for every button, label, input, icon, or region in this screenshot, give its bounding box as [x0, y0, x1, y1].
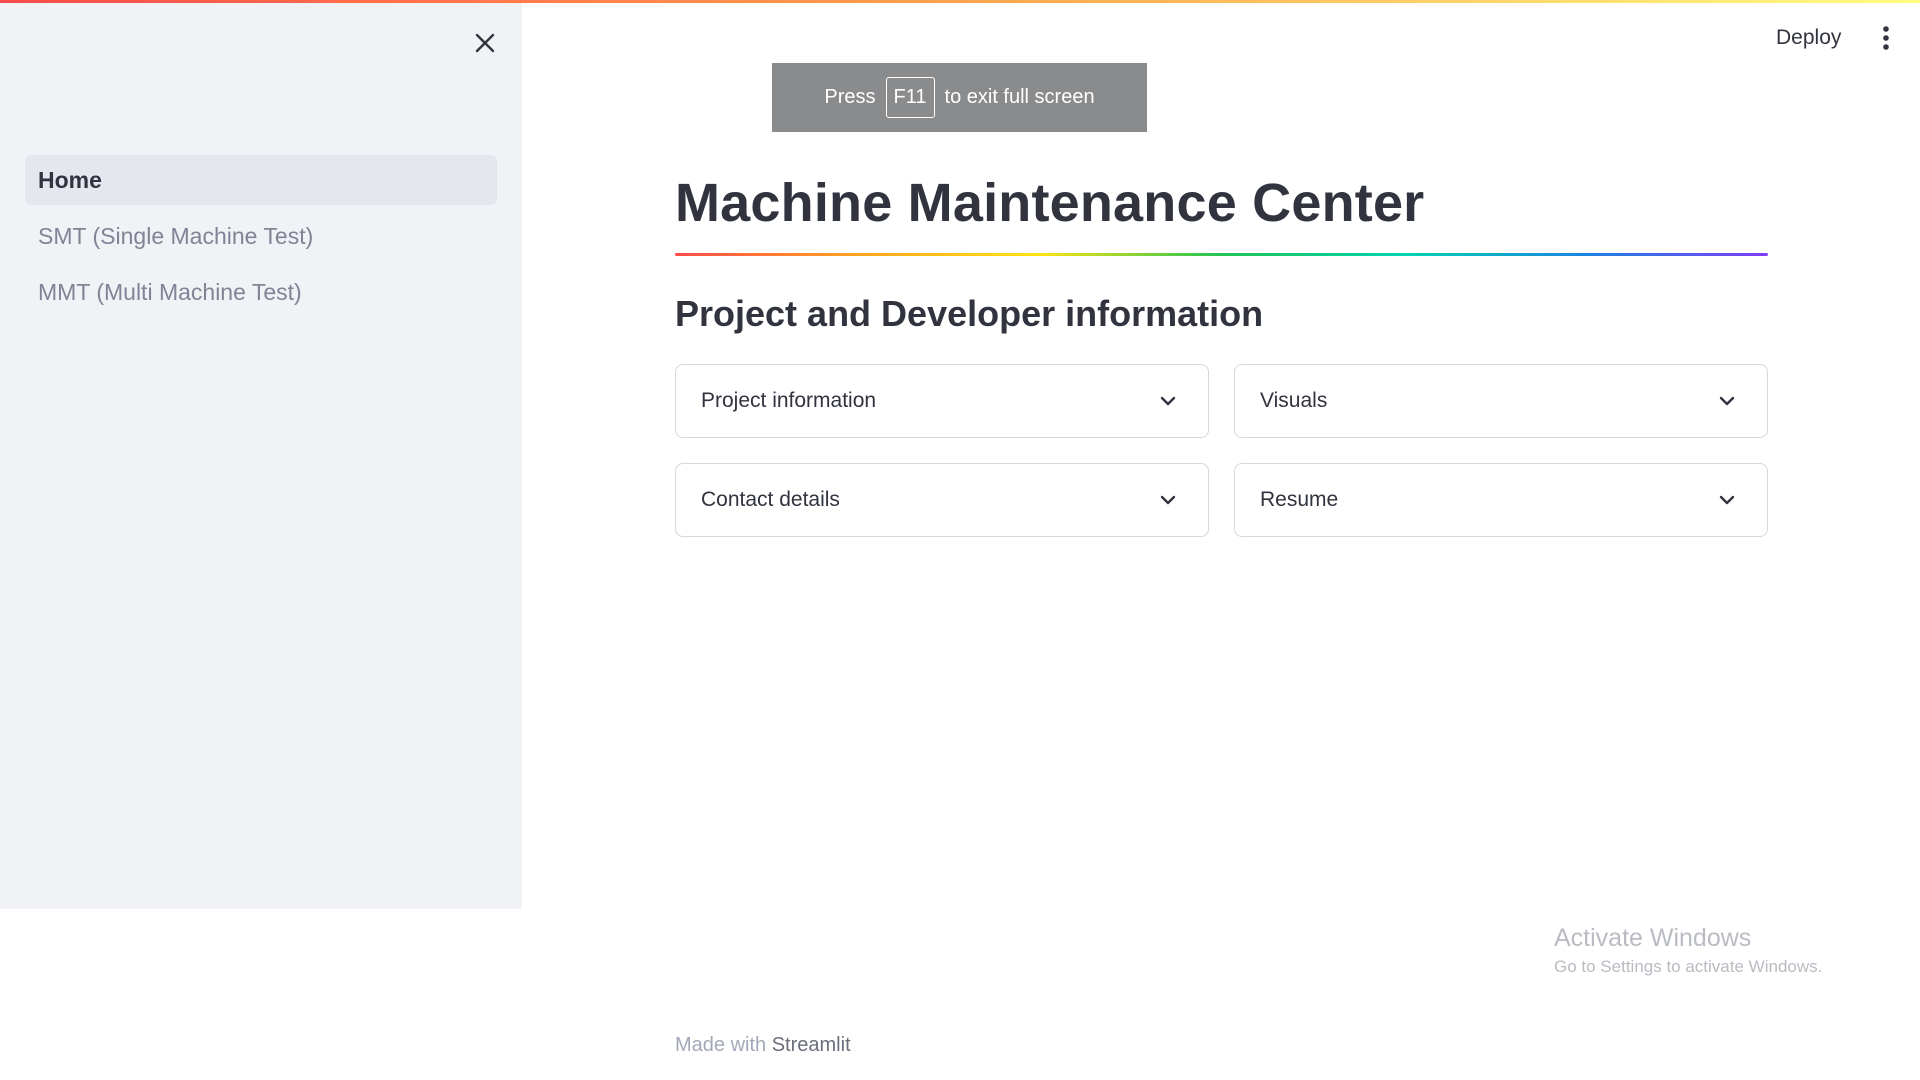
- expander-project-information[interactable]: Project information: [675, 364, 1209, 438]
- fullscreen-exit-notice: Press F11 to exit full screen: [772, 63, 1147, 132]
- watermark-subtitle: Go to Settings to activate Windows.: [1554, 957, 1823, 976]
- page-title: Machine Maintenance Center: [675, 173, 1425, 233]
- streamlit-link[interactable]: Streamlit: [772, 1034, 851, 1056]
- main-menu-button[interactable]: [1872, 22, 1900, 54]
- sidebar-item-label: MMT (Multi Machine Test): [38, 278, 302, 305]
- expander-resume[interactable]: Resume: [1234, 463, 1768, 537]
- sidebar-item-smt[interactable]: SMT (Single Machine Test): [25, 211, 497, 261]
- sidebar-nav: Home SMT (Single Machine Test) MMT (Mult…: [25, 155, 497, 323]
- toast-press-text: Press: [824, 86, 876, 108]
- close-icon: [475, 33, 495, 53]
- sidebar-item-label: Home: [38, 166, 102, 193]
- more-vertical-icon: [1883, 26, 1889, 50]
- watermark-title: Activate Windows: [1554, 924, 1752, 952]
- sidebar-item-home[interactable]: Home: [25, 155, 497, 205]
- chevron-down-icon: [1160, 495, 1176, 505]
- section-heading: Project and Developer information: [675, 293, 1264, 334]
- expander-label: Resume: [1260, 488, 1339, 511]
- expander-label: Contact details: [701, 488, 840, 511]
- toast-rest-text: to exit full screen: [944, 86, 1095, 108]
- expander-visuals[interactable]: Visuals: [1234, 364, 1768, 438]
- chevron-down-icon: [1160, 396, 1176, 406]
- deploy-button[interactable]: Deploy: [1768, 22, 1849, 54]
- sidebar-item-mmt[interactable]: MMT (Multi Machine Test): [25, 267, 497, 317]
- title-divider: [675, 253, 1768, 256]
- sidebar: Home SMT (Single Machine Test) MMT (Mult…: [0, 0, 522, 909]
- expander-label: Project information: [701, 389, 877, 412]
- expander-contact-details[interactable]: Contact details: [675, 463, 1209, 537]
- chevron-down-icon: [1719, 396, 1735, 406]
- f11-key-badge: F11: [885, 77, 935, 118]
- activate-windows-watermark: Activate Windows Go to Settings to activ…: [1554, 924, 1822, 977]
- made-with-text: Made with: [675, 1034, 767, 1056]
- expander-label: Visuals: [1260, 389, 1328, 412]
- sidebar-item-label: SMT (Single Machine Test): [38, 222, 314, 249]
- header-decoration-bar: [0, 0, 1920, 3]
- close-sidebar-button[interactable]: [468, 26, 502, 60]
- footer-made-with: Made with Streamlit: [675, 1034, 851, 1057]
- chevron-down-icon: [1719, 495, 1735, 505]
